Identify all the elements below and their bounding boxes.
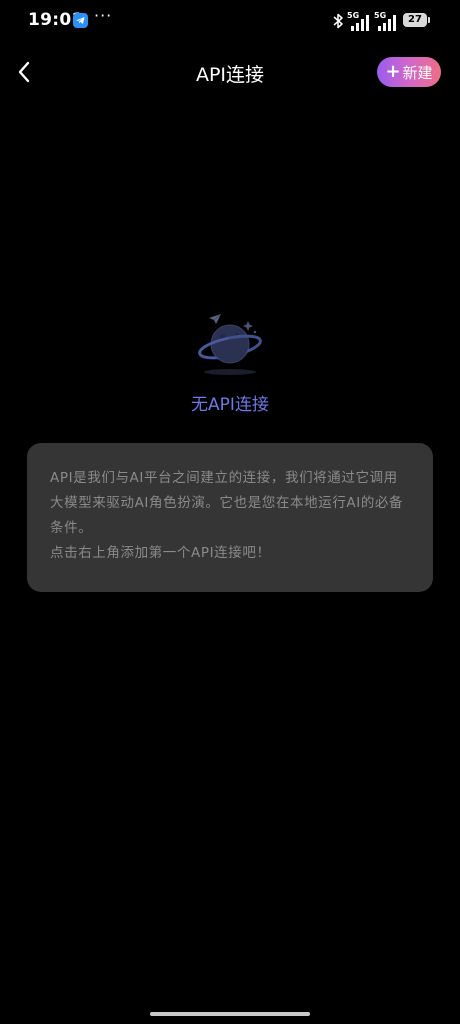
app-header: API连接 + 新建 xyxy=(0,48,460,96)
cellular-signal-icon: 5G xyxy=(374,11,398,31)
status-bar: 19:01 ··· 5G 5G 27 xyxy=(0,0,460,42)
planet-icon xyxy=(195,312,265,378)
telegram-icon xyxy=(73,13,88,28)
battery-level: 27 xyxy=(408,14,422,25)
home-indicator[interactable] xyxy=(150,1012,310,1016)
bluetooth-icon xyxy=(331,12,345,30)
battery-icon: 27 xyxy=(403,13,427,27)
cellular-signal-icon: 5G xyxy=(347,11,371,31)
plus-icon: + xyxy=(385,61,401,82)
info-card: API是我们与AI平台之间建立的连接，我们将通过它调用大模型来驱动AI角色扮演。… xyxy=(27,443,433,592)
empty-state-title: 无API连接 xyxy=(191,395,269,415)
battery-cap xyxy=(428,17,430,23)
info-paragraph: API是我们与AI平台之间建立的连接，我们将通过它调用大模型来驱动AI角色扮演。… xyxy=(50,470,404,536)
more-notifications-icon: ··· xyxy=(94,6,113,25)
new-connection-button[interactable]: + 新建 xyxy=(377,57,441,87)
new-button-label: 新建 xyxy=(402,63,433,82)
info-hint: 点击右上角添加第一个API连接吧！ xyxy=(50,545,271,561)
